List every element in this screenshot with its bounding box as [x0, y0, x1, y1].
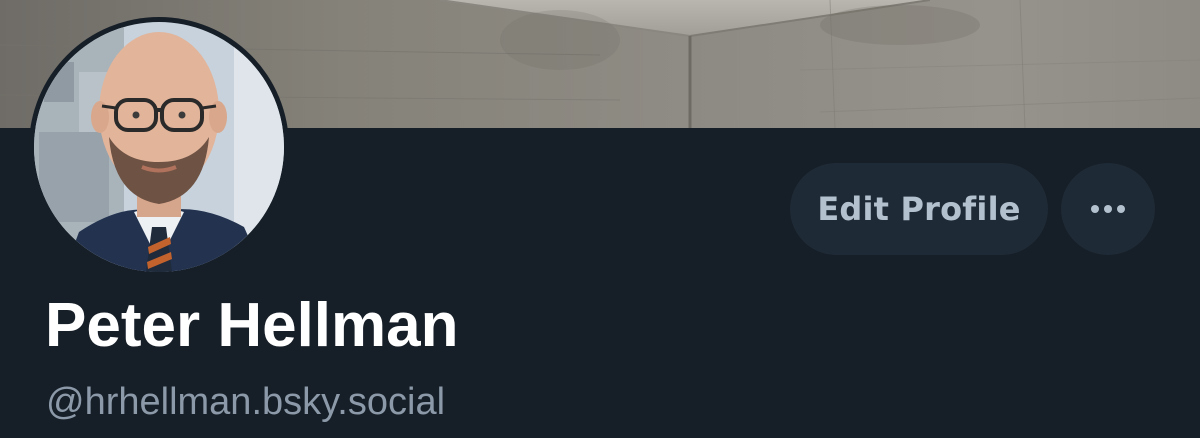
ellipsis-icon	[1091, 205, 1125, 213]
more-options-button[interactable]	[1061, 163, 1155, 255]
profile-header: Edit Profile Peter Hellman @hrhellman.bs…	[0, 0, 1200, 438]
avatar[interactable]	[29, 17, 289, 277]
profile-photo-image	[34, 22, 284, 272]
profile-handle: @hrhellman.bsky.social	[46, 381, 446, 423]
edit-profile-label: Edit Profile	[817, 190, 1021, 228]
display-name: Peter Hellman	[45, 291, 459, 360]
edit-profile-button[interactable]: Edit Profile	[790, 163, 1048, 255]
profile-photo	[34, 22, 284, 272]
